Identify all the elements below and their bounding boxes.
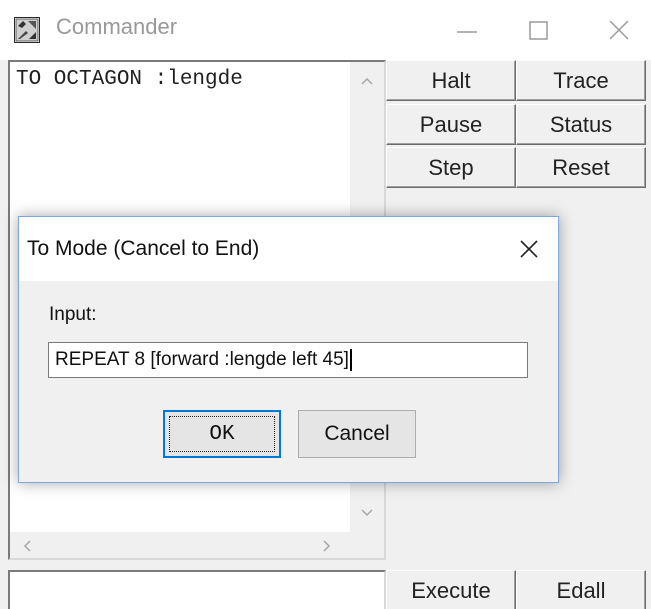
close-icon[interactable] (596, 8, 642, 52)
dialog-input-value: REPEAT 8 [forward :lengde left 45] (55, 349, 349, 370)
ok-button[interactable]: OK (163, 410, 281, 458)
chevron-left-icon[interactable] (20, 538, 34, 554)
chevron-down-icon[interactable] (358, 506, 376, 520)
maximize-icon[interactable] (516, 8, 562, 52)
status-button[interactable]: Status (516, 104, 646, 145)
focus-ring (169, 416, 275, 452)
command-input[interactable] (8, 570, 386, 609)
execute-button[interactable]: Execute (386, 570, 516, 609)
step-button[interactable]: Step (386, 147, 516, 188)
to-mode-dialog: To Mode (Cancel to End) Input: REPEAT 8 … (18, 216, 559, 483)
scrollbar-corner (350, 532, 384, 558)
chevron-up-icon[interactable] (358, 74, 376, 88)
logo-app-icon (14, 17, 40, 43)
reset-button[interactable]: Reset (516, 147, 646, 188)
title-bar[interactable]: Commander (0, 0, 651, 60)
trace-button[interactable]: Trace (516, 60, 646, 101)
commander-window: Commander TO OCTAGON :lengde Halt Trace … (0, 0, 651, 609)
window-title: Commander (56, 14, 178, 39)
close-icon[interactable] (515, 235, 543, 263)
halt-button[interactable]: Halt (386, 60, 516, 101)
dialog-input-field[interactable]: REPEAT 8 [forward :lengde left 45] (48, 342, 528, 378)
edall-button[interactable]: Edall (516, 570, 646, 609)
cancel-label: Cancel (324, 422, 390, 445)
dialog-title: To Mode (Cancel to End) (27, 237, 260, 260)
horizontal-scrollbar[interactable] (10, 532, 350, 558)
chevron-right-icon[interactable] (320, 538, 334, 554)
editor-text[interactable]: TO OCTAGON :lengde (16, 68, 243, 91)
text-caret (349, 349, 352, 371)
cancel-button[interactable]: Cancel (298, 410, 416, 458)
minimize-icon[interactable] (444, 8, 490, 52)
input-label: Input: (49, 304, 97, 325)
dialog-title-bar[interactable]: To Mode (Cancel to End) (19, 217, 558, 281)
pause-button[interactable]: Pause (386, 104, 516, 145)
